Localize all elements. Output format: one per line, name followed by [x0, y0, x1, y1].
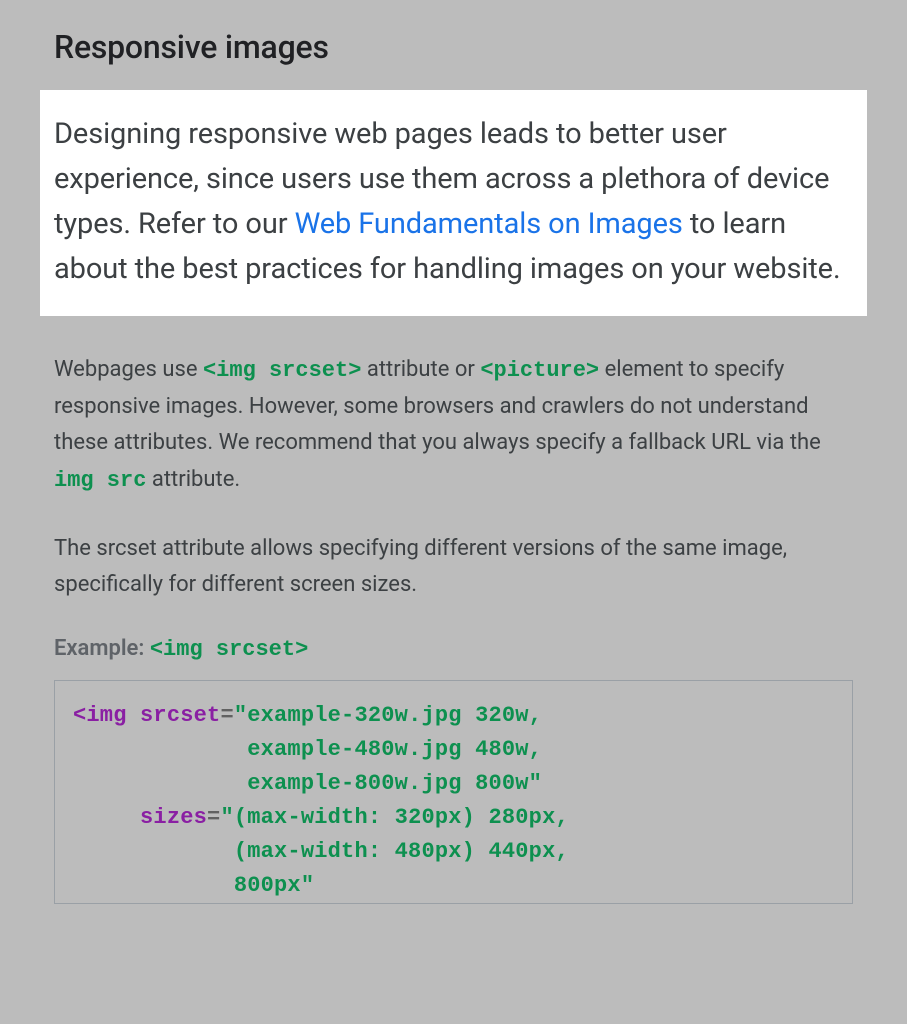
code-val-l5: (max-width: 480px) 440px,: [73, 839, 569, 864]
paragraph-srcset-explainer: Webpages use <img srcset> attribute or <…: [54, 352, 853, 499]
paragraph-srcset-versions: The srcset attribute allows specifying d…: [54, 531, 853, 604]
section-heading: Responsive images: [54, 28, 853, 66]
code-open-tag: <img: [73, 703, 140, 728]
p2-text-4: attribute.: [146, 467, 240, 492]
code-eq-2: =: [207, 805, 220, 830]
code-picture: <picture>: [480, 358, 599, 383]
code-attr-sizes: sizes: [73, 805, 207, 830]
example-label-code: <img srcset>: [150, 637, 308, 662]
code-val-l2: example-480w.jpg 480w,: [73, 737, 542, 762]
code-val-l6: 800px": [73, 873, 314, 898]
code-val-l4: "(max-width: 320px) 280px,: [220, 805, 568, 830]
p2-text-2: attribute or: [367, 357, 480, 382]
p2-text-1: Webpages use: [54, 357, 203, 382]
web-fundamentals-link[interactable]: Web Fundamentals on Images: [295, 207, 683, 241]
example-label: Example: <img srcset>: [54, 636, 853, 662]
code-img-src: img src: [54, 468, 146, 493]
code-val-l3: example-800w.jpg 800w": [73, 771, 542, 796]
code-example-block: <img srcset="example-320w.jpg 320w, exam…: [54, 680, 853, 905]
example-label-text: Example:: [54, 636, 150, 661]
code-attr-srcset: srcset: [140, 703, 220, 728]
code-eq-1: =: [220, 703, 233, 728]
code-img-srcset: <img srcset>: [203, 358, 361, 383]
code-val-l1: "example-320w.jpg 320w,: [234, 703, 542, 728]
intro-highlight: Designing responsive web pages leads to …: [40, 90, 867, 316]
intro-paragraph: Designing responsive web pages leads to …: [54, 112, 853, 292]
